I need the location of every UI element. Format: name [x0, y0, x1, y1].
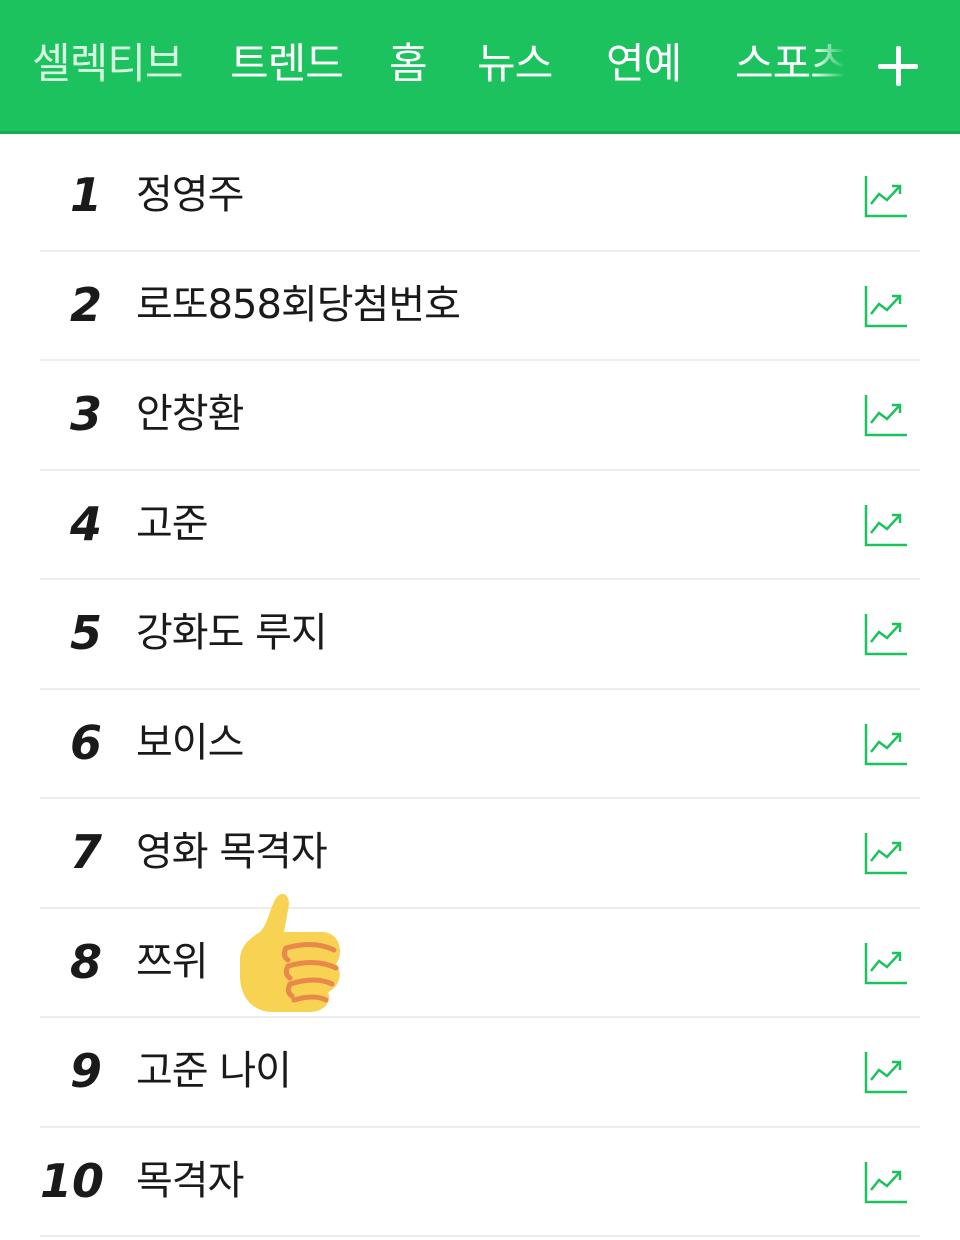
rank-number: 1	[69, 168, 102, 222]
trend-chart-icon[interactable]	[864, 1160, 908, 1204]
rank-number: 7	[69, 825, 102, 879]
list-item[interactable]: 2 로또858회당첨번호	[40, 252, 920, 361]
keyword-label[interactable]: 안창환	[136, 361, 244, 468]
list-item[interactable]: 5 강화도 루지	[40, 580, 920, 690]
keyword-label[interactable]: 목격자	[136, 1128, 244, 1235]
trend-chart-icon[interactable]	[864, 503, 908, 547]
rank-number: 4	[69, 496, 102, 551]
rank-number: 10	[40, 1153, 105, 1208]
tab-trend[interactable]: 트렌드	[230, 34, 344, 94]
trend-chart-icon[interactable]	[864, 831, 908, 875]
ranking-list: 1 정영주 2 로또858회당첨번호 3 안창환 4 고준 5 강화도 루지 6…	[0, 142, 960, 1237]
trend-chart-icon[interactable]	[864, 174, 908, 218]
trend-chart-icon[interactable]	[864, 612, 908, 656]
plus-icon[interactable]	[876, 44, 920, 88]
tab-home[interactable]: 홈	[389, 34, 428, 94]
list-item[interactable]: 6 보이스	[40, 690, 920, 799]
rank-number: 6	[69, 715, 102, 770]
keyword-label[interactable]: 고준 나이	[136, 1018, 292, 1125]
keyword-label[interactable]: 강화도 루지	[136, 580, 328, 687]
tab-selective[interactable]: 셀렉티브	[32, 34, 184, 94]
list-item[interactable]: 9 고준 나이	[40, 1018, 920, 1128]
rank-number: 2	[69, 277, 102, 332]
tab-sports[interactable]: 스포츠	[735, 34, 845, 94]
rank-number: 8	[69, 934, 102, 989]
thumbs-up-emoji	[240, 894, 340, 1012]
top-navigation-bar: 셀렉티브 트렌드 홈 뉴스 연예 스포츠	[0, 0, 960, 134]
rank-number: 3	[69, 387, 102, 441]
rank-number: 9	[69, 1044, 102, 1098]
trend-chart-icon[interactable]	[864, 284, 908, 328]
tab-news[interactable]: 뉴스	[477, 34, 553, 94]
trend-chart-icon[interactable]	[864, 722, 908, 766]
trend-chart-icon[interactable]	[864, 393, 908, 437]
tab-entertainment[interactable]: 연예	[606, 34, 682, 94]
list-item[interactable]: 10 목격자	[40, 1128, 920, 1237]
list-item[interactable]: 4 고준	[40, 471, 920, 580]
trend-chart-icon[interactable]	[864, 1050, 908, 1094]
keyword-label[interactable]: 고준	[136, 471, 209, 578]
list-item[interactable]: 7 영화 목격자	[40, 799, 920, 909]
keyword-label[interactable]: 쯔위	[136, 909, 209, 1016]
trend-chart-icon[interactable]	[864, 941, 908, 985]
list-item[interactable]: 1 정영주	[40, 142, 920, 252]
keyword-label[interactable]: 로또858회당첨번호	[136, 252, 461, 359]
list-item[interactable]: 3 안창환	[40, 361, 920, 471]
list-item[interactable]: 8 쯔위	[40, 909, 920, 1018]
rank-number: 5	[69, 606, 102, 660]
keyword-label[interactable]: 정영주	[136, 142, 244, 249]
keyword-label[interactable]: 보이스	[136, 690, 244, 797]
